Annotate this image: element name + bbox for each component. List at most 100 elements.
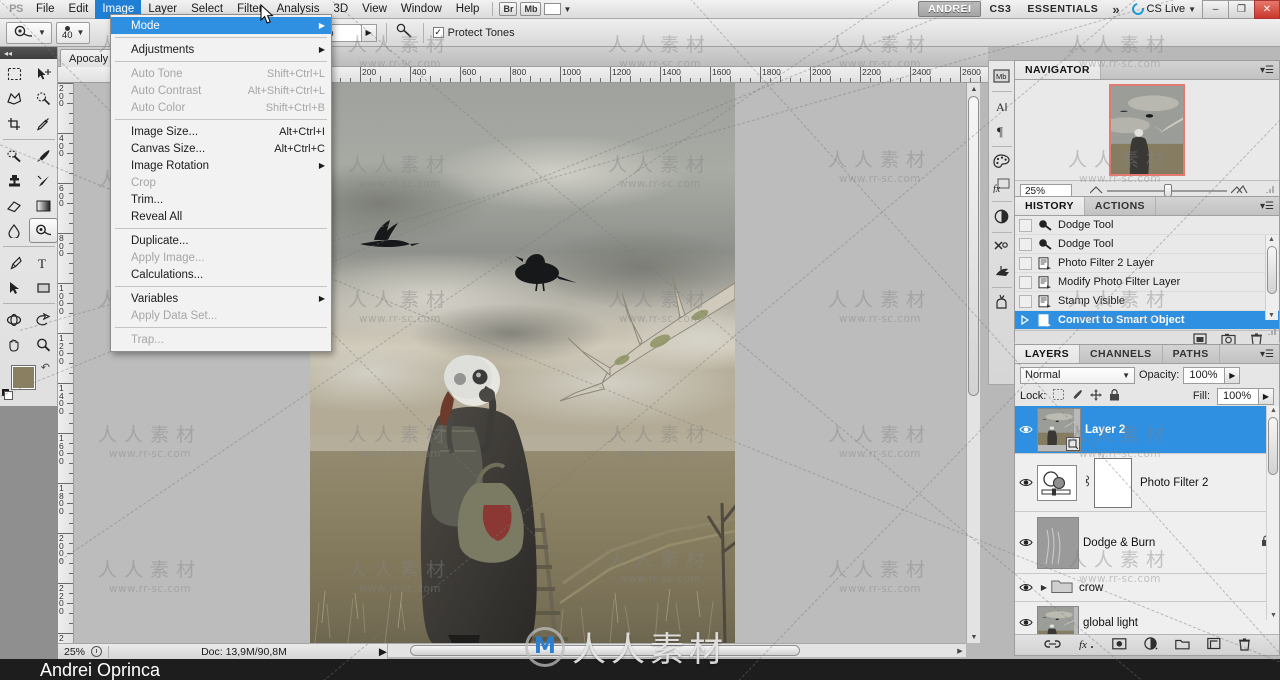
tool-eyedropper[interactable]	[29, 111, 58, 136]
tool-history-brush[interactable]	[29, 168, 58, 193]
history-snapshot-source-toggle[interactable]	[1019, 256, 1032, 270]
history-scrollbar[interactable]: ▲ ▼	[1265, 235, 1278, 320]
restore-button[interactable]: ❐	[1228, 0, 1254, 19]
scroll-up-icon[interactable]: ▲	[969, 84, 979, 94]
styles-fx-icon[interactable]: fx	[991, 174, 1013, 196]
menu-item-variables[interactable]: Variables ▶	[111, 290, 331, 307]
workspace-essentials[interactable]: ESSENTIALS	[1019, 1, 1106, 17]
horizontal-scroll-thumb[interactable]	[410, 645, 800, 656]
fill-chevron-down-icon[interactable]: ▶	[1259, 387, 1274, 405]
color-swatches-icon[interactable]	[991, 150, 1013, 172]
tab-paths[interactable]: PATHS	[1163, 345, 1220, 363]
delete-layer-icon[interactable]	[1238, 637, 1251, 654]
image-menu-dropdown[interactable]: Mode ▶ Adjustments ▶ Auto Tone Shift+Ctrl+L Au…	[110, 14, 332, 352]
airbrush-icon[interactable]	[396, 23, 414, 42]
menu-item-canvas-size[interactable]: Canvas Size... Alt+Ctrl+C	[111, 140, 331, 157]
history-state-row[interactable]: Dodge Tool	[1015, 235, 1279, 254]
history-snapshot-source-toggle[interactable]	[1019, 314, 1032, 327]
layer-style-fx-icon[interactable]: fx	[1078, 637, 1095, 653]
history-scroll-thumb[interactable]	[1267, 246, 1277, 294]
layer-mask-thumbnail[interactable]	[1094, 457, 1132, 508]
history-snapshot-source-toggle[interactable]	[1019, 275, 1032, 289]
status-zoom-level[interactable]: 25%	[64, 646, 85, 658]
swap-colors-icon[interactable]: ↶	[41, 361, 50, 374]
blend-mode-select[interactable]: Normal ▼	[1020, 366, 1135, 384]
tool-healing-brush[interactable]	[0, 143, 29, 168]
document-tab[interactable]: Apocaly	[60, 49, 118, 67]
vertical-scroll-thumb[interactable]	[968, 96, 979, 396]
history-snapshot-source-toggle[interactable]	[1019, 218, 1032, 232]
menu-window[interactable]: Window	[394, 0, 449, 19]
workspace-andrei[interactable]: ANDREI	[918, 1, 982, 17]
history-snapshot-source-toggle[interactable]	[1019, 294, 1032, 308]
tool-blur[interactable]	[0, 218, 29, 243]
tool-type[interactable]: T	[29, 250, 58, 275]
tool-lasso[interactable]	[0, 86, 29, 111]
adjustments-icon[interactable]	[991, 205, 1013, 227]
menu-item-image-rotation[interactable]: Image Rotation ▶	[111, 157, 331, 174]
workspace-cs3[interactable]: CS3	[981, 1, 1019, 17]
view-extras-chevron-down-icon[interactable]: ▼	[563, 5, 571, 14]
tab-layers[interactable]: LAYERS	[1015, 345, 1081, 363]
history-scroll-up-icon[interactable]: ▲	[1268, 236, 1275, 243]
scroll-down-icon[interactable]: ▼	[969, 632, 979, 642]
tool-quick-selection[interactable]	[29, 86, 58, 111]
menu-item-trim[interactable]: Trim...	[111, 191, 331, 208]
tab-actions[interactable]: ACTIONS	[1085, 197, 1156, 215]
layer-row[interactable]: Layer 2	[1015, 406, 1279, 454]
history-state-row[interactable]: Stamp Visible	[1015, 292, 1279, 311]
tool-gradient[interactable]	[29, 193, 58, 218]
navigator-panel-menu-icon[interactable]: ▾☰	[1260, 61, 1279, 79]
group-expand-triangle-icon[interactable]: ▶	[1037, 583, 1051, 592]
history-snapshot-source-toggle[interactable]	[1019, 237, 1032, 251]
link-layers-icon[interactable]	[1043, 639, 1061, 652]
layer-row[interactable]: Dodge & Burn	[1015, 512, 1279, 574]
tool-dodge[interactable]	[29, 218, 58, 243]
menu-edit[interactable]: Edit	[62, 0, 96, 19]
layer-thumbnail[interactable]	[1037, 407, 1081, 452]
new-adjustment-layer-icon[interactable]	[1143, 637, 1158, 653]
mini-bridge-icon[interactable]: Mb	[991, 64, 1013, 86]
tool-path-selection[interactable]	[0, 275, 29, 300]
history-state-row[interactable]: Convert to Smart Object	[1015, 311, 1279, 330]
new-layer-icon[interactable]	[1206, 637, 1221, 653]
layers-scrollbar[interactable]: ▲ ▼	[1266, 406, 1279, 620]
tab-navigator[interactable]: NAVIGATOR	[1015, 61, 1101, 79]
layer-visibility-eye-icon[interactable]	[1015, 582, 1037, 593]
tool-3d-rotate[interactable]	[0, 307, 29, 332]
tool-crop[interactable]	[0, 111, 29, 136]
brush-preset-picker[interactable]: ▼	[6, 21, 52, 44]
fill-input[interactable]: 100%	[1217, 387, 1259, 405]
layer-row[interactable]: ▶ crow	[1015, 574, 1279, 602]
layers-scroll-up-icon[interactable]: ▲	[1270, 407, 1277, 414]
menu-view[interactable]: View	[355, 0, 394, 19]
layer-visibility-eye-icon[interactable]	[1015, 617, 1037, 628]
history-brush-icon[interactable]	[991, 260, 1013, 282]
navigator-preview[interactable]	[1015, 80, 1279, 180]
close-button[interactable]: ✕	[1254, 0, 1280, 19]
tool-zoom[interactable]	[29, 332, 58, 357]
cs-live-button[interactable]: CS Live ▼	[1126, 0, 1202, 18]
character-icon[interactable]: A	[991, 95, 1013, 117]
menu-file[interactable]: File	[29, 0, 62, 19]
history-state-row[interactable]: Modify Photo Filter Layer	[1015, 273, 1279, 292]
lock-all-icon[interactable]	[1109, 388, 1120, 404]
brush-size-picker[interactable]: 40 ▼	[55, 21, 91, 44]
tool-clone-stamp[interactable]	[0, 168, 29, 193]
tool-eraser[interactable]	[0, 193, 29, 218]
menu-item-calculations[interactable]: Calculations...	[111, 266, 331, 283]
lock-image-pixels-icon[interactable]	[1071, 389, 1083, 403]
layer-mask-link-icon[interactable]	[1082, 474, 1091, 491]
menu-item-adjustments[interactable]: Adjustments ▶	[111, 41, 331, 58]
opacity-input[interactable]: 100%	[1183, 366, 1226, 384]
history-scroll-down-icon[interactable]: ▼	[1268, 312, 1275, 319]
layers-scroll-down-icon[interactable]: ▼	[1270, 612, 1277, 619]
layers-scroll-thumb[interactable]	[1268, 417, 1278, 475]
menu-item-image-size[interactable]: Image Size... Alt+Ctrl+I	[111, 123, 331, 140]
history-state-row[interactable]: Photo Filter 2 Layer	[1015, 254, 1279, 273]
lock-position-icon[interactable]	[1090, 389, 1102, 404]
new-group-icon[interactable]	[1174, 638, 1190, 653]
layer-visibility-eye-icon[interactable]	[1015, 424, 1037, 435]
minimize-button[interactable]: –	[1202, 0, 1228, 19]
menu-help[interactable]: Help	[449, 0, 487, 19]
